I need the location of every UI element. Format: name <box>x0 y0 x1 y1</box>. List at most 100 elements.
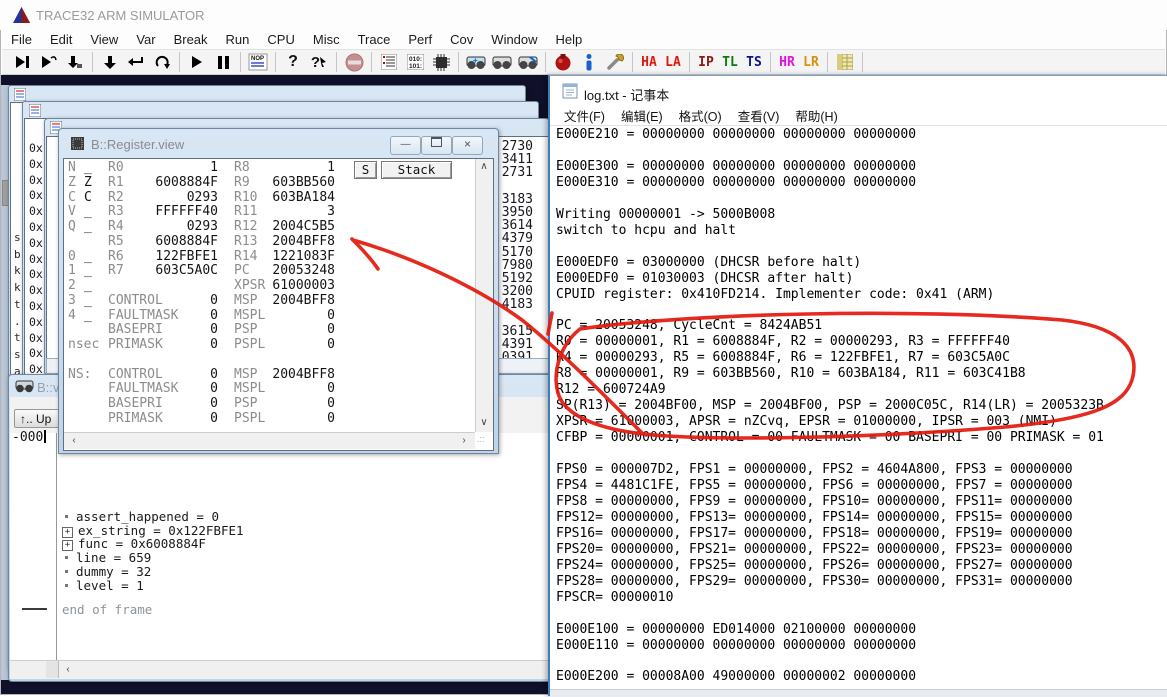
notepad-line <box>556 606 1166 622</box>
scroll-up-arrow[interactable]: ∧ <box>476 161 492 172</box>
register-cell: _ <box>84 294 92 308</box>
notepad-line: E000E200 = 00008A00 49000000 00000002 00… <box>556 669 1166 685</box>
register-cell: _ <box>84 250 92 264</box>
toolbar-separator <box>240 52 241 72</box>
menu-trace[interactable]: Trace <box>349 31 400 49</box>
stop-button[interactable] <box>341 51 367 73</box>
view-edit-binoculars-button[interactable] <box>515 51 541 73</box>
variable-row[interactable]: +func = 0x6008884F <box>62 536 206 550</box>
close-button[interactable]: × <box>452 136 483 155</box>
toolbar-separator <box>689 52 690 72</box>
register-window-title[interactable]: B::Register.view <box>91 137 184 152</box>
scroll-right-arrow[interactable]: › <box>456 435 472 446</box>
breakpoint-bomb-button[interactable] <box>550 51 576 73</box>
horizontal-scrollbar[interactable]: ‹ › <box>64 432 475 449</box>
step-out-button[interactable] <box>62 51 88 73</box>
scroll-left-arrow[interactable]: ‹ <box>66 435 82 446</box>
menu-var[interactable]: Var <box>127 31 164 49</box>
break-button[interactable] <box>210 51 236 73</box>
ha-button[interactable]: HA <box>637 51 661 73</box>
register-cell: 2004BFF8 <box>234 368 335 382</box>
nop-mode-button[interactable]: NOP <box>245 51 271 73</box>
data-list-button[interactable] <box>376 51 402 73</box>
toolbar-separator <box>770 52 771 72</box>
register-cell: 6008884F <box>108 235 218 249</box>
menu-window[interactable]: Window <box>482 31 546 49</box>
go-button[interactable] <box>184 51 210 73</box>
step-over-button[interactable] <box>36 51 62 73</box>
variable-row[interactable]: dummy = 32 <box>62 564 151 578</box>
menu-file[interactable]: File <box>2 31 41 49</box>
document-icon <box>14 88 26 101</box>
notepad-line: switch to hcpu and halt <box>556 223 1166 239</box>
variable-row[interactable]: level = 1 <box>62 578 144 592</box>
hex-prefix: 0x <box>29 141 43 155</box>
notepad-menu-3[interactable]: 查看(V) <box>730 106 788 125</box>
maximize-button[interactable] <box>421 136 452 155</box>
variable-text: level = 1 <box>76 578 144 593</box>
hr-button[interactable]: HR <box>775 51 799 73</box>
notepad-icon <box>562 83 578 99</box>
notepad-line: FPS20= 00000000, FPS21= 00000000, FPS22=… <box>556 542 1166 558</box>
hex-prefix: 0x <box>29 283 43 297</box>
la-button[interactable]: LA <box>661 51 685 73</box>
notepad-line: SP(R13) = 2004BF00, MSP = 2004BF00, PSP … <box>556 398 1166 414</box>
register-cell: 3 <box>234 205 335 219</box>
scroll-down-arrow[interactable]: ∨ <box>476 417 492 428</box>
toolbar-separator <box>336 52 337 72</box>
peripherals-chip-button[interactable] <box>428 51 454 73</box>
toolbar-separator <box>632 52 633 72</box>
notepad-menu-0[interactable]: 文件(F) <box>556 106 613 125</box>
vertical-scrollbar[interactable]: ∧ ∨ <box>475 159 493 432</box>
variable-row[interactable]: +ex_string = 0x122FBFE1 <box>62 523 244 537</box>
register-row: CCR20293R10603BA184 <box>64 191 493 205</box>
horizontal-scrollbar[interactable] <box>550 689 1167 697</box>
notepad-title[interactable]: log.txt - 记事本 <box>584 85 669 104</box>
data-dump-button[interactable]: 010:101: <box>402 51 428 73</box>
secure-toggle-button[interactable]: S <box>354 161 377 179</box>
menu-help[interactable]: Help <box>547 31 592 49</box>
menu-break[interactable]: Break <box>165 31 217 49</box>
variable-window-content[interactable]: -000 assert_happened = 0+ex_string = 0x1… <box>10 433 552 660</box>
menu-misc[interactable]: Misc <box>304 31 349 49</box>
scroll-left-arrow[interactable]: ‹ <box>60 664 76 675</box>
ip-button[interactable]: IP <box>694 51 718 73</box>
text-fragment: t <box>14 331 21 344</box>
step-button[interactable] <box>10 51 36 73</box>
notepad-text-area[interactable]: E000E210 = 00000000 00000000 00000000 00… <box>556 127 1166 685</box>
register-row: 0_R6122FBFE1R141221083F <box>64 250 493 264</box>
go-down-button[interactable] <box>97 51 123 73</box>
stack-button[interactable]: Stack <box>381 161 452 179</box>
help-button[interactable]: ? <box>280 51 306 73</box>
menu-run[interactable]: Run <box>217 31 259 49</box>
mmu-grid-button[interactable] <box>832 51 858 73</box>
go-return-button[interactable] <box>123 51 149 73</box>
menu-cpu[interactable]: CPU <box>258 31 303 49</box>
view-add-binoculars-button[interactable]: + <box>463 51 489 73</box>
notepad-menu-4[interactable]: 帮助(H) <box>787 106 845 125</box>
resize-grip[interactable]: .:: <box>477 434 491 447</box>
main-title-bar[interactable]: TRACE32 ARM SIMULATOR <box>0 0 1167 30</box>
menu-view[interactable]: View <box>81 31 127 49</box>
view-binoculars-button[interactable] <box>489 51 515 73</box>
info-button[interactable] <box>576 51 602 73</box>
menu-cov[interactable]: Cov <box>441 31 482 49</box>
notepad-line: E000E100 = 00000000 ED014000 02100000 00… <box>556 622 1166 638</box>
notepad-menu-1[interactable]: 编辑(E) <box>613 106 671 125</box>
notepad-menu-2[interactable]: 格式(O) <box>671 106 730 125</box>
ts-button[interactable]: TS <box>742 51 766 73</box>
hex-prefix: 0x <box>29 267 43 281</box>
context-help-button[interactable]: ? <box>306 51 332 73</box>
variable-row[interactable]: line = 659 <box>62 550 151 564</box>
register-cell: _ <box>84 264 92 278</box>
toolbar-separator <box>827 52 828 72</box>
horizontal-scrollbar[interactable]: ‹ <box>10 660 552 679</box>
minimize-button[interactable]: — <box>390 136 421 155</box>
menu-edit[interactable]: Edit <box>41 31 81 49</box>
tools-wrench-button[interactable] <box>602 51 628 73</box>
tl-button[interactable]: TL <box>718 51 742 73</box>
lr-button[interactable]: LR <box>799 51 823 73</box>
go-up-button[interactable] <box>149 51 175 73</box>
variable-row[interactable]: assert_happened = 0 <box>62 509 219 523</box>
menu-perf[interactable]: Perf <box>399 31 441 49</box>
